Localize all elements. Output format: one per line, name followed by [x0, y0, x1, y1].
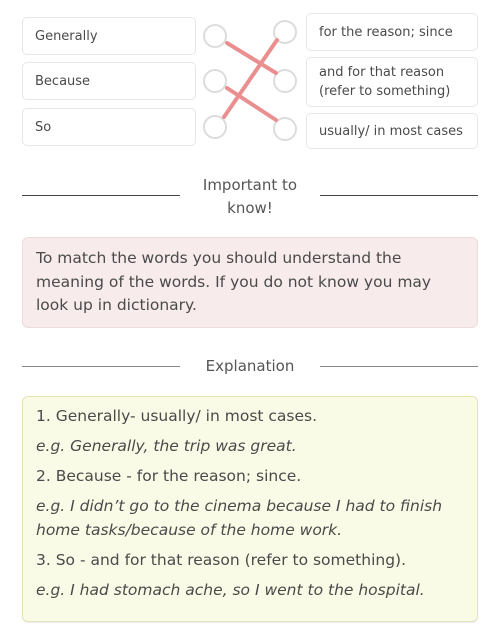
left-item-label: So — [35, 119, 52, 135]
right-connector-2[interactable] — [273, 69, 297, 93]
explanation-divider-right — [320, 366, 478, 367]
right-item-label: and for that reason (refer to something) — [319, 65, 451, 99]
connection-line-so — [222, 38, 279, 119]
left-item-because[interactable]: Because — [22, 62, 196, 100]
important-title-line1: Important to — [202, 176, 298, 194]
left-connector-3[interactable] — [203, 115, 227, 139]
left-item-so[interactable]: So — [22, 108, 196, 146]
important-title-line2: know! — [227, 199, 273, 217]
divider-line-right — [320, 195, 478, 196]
definition-3: 3. So - and for that reason (refer to so… — [36, 551, 407, 569]
example-3: e.g. I had stomach ache, so I went to th… — [36, 581, 425, 599]
right-item-label: for the reason; since — [319, 24, 453, 40]
right-item-label: usually/ in most cases — [319, 123, 463, 139]
definition-1: 1. Generally- usually/ in most cases. — [36, 407, 318, 425]
right-item-for-that-reason[interactable]: and for that reason (refer to something) — [306, 57, 478, 107]
connection-line-generally — [225, 41, 278, 75]
left-connector-1[interactable] — [203, 24, 227, 48]
definition-2: 2. Because - for the reason; since. — [36, 467, 302, 485]
example-1: e.g. Generally, the trip was great. — [36, 437, 297, 455]
example-2: e.g. I didn’t go to the cinema because I… — [36, 497, 443, 539]
important-title: Important to know! — [180, 174, 320, 220]
left-item-generally[interactable]: Generally — [22, 17, 196, 55]
right-item-usually[interactable]: usually/ in most cases — [306, 113, 478, 149]
left-connector-2[interactable] — [203, 69, 227, 93]
important-note: To match the words you should understand… — [22, 237, 478, 328]
right-connector-1[interactable] — [273, 20, 297, 44]
left-item-label: Generally — [35, 28, 98, 44]
connection-line-because — [225, 86, 278, 122]
explanation-title: Explanation — [205, 357, 295, 375]
explanation-box: 1. Generally- usually/ in most cases. e.… — [22, 396, 478, 622]
divider-line-left — [22, 195, 180, 196]
important-note-text: To match the words you should understand… — [36, 249, 432, 314]
right-connector-3[interactable] — [273, 117, 297, 141]
left-item-label: Because — [35, 73, 91, 89]
explanation-divider-left — [22, 366, 180, 367]
right-item-reason-since[interactable]: for the reason; since — [306, 13, 478, 51]
